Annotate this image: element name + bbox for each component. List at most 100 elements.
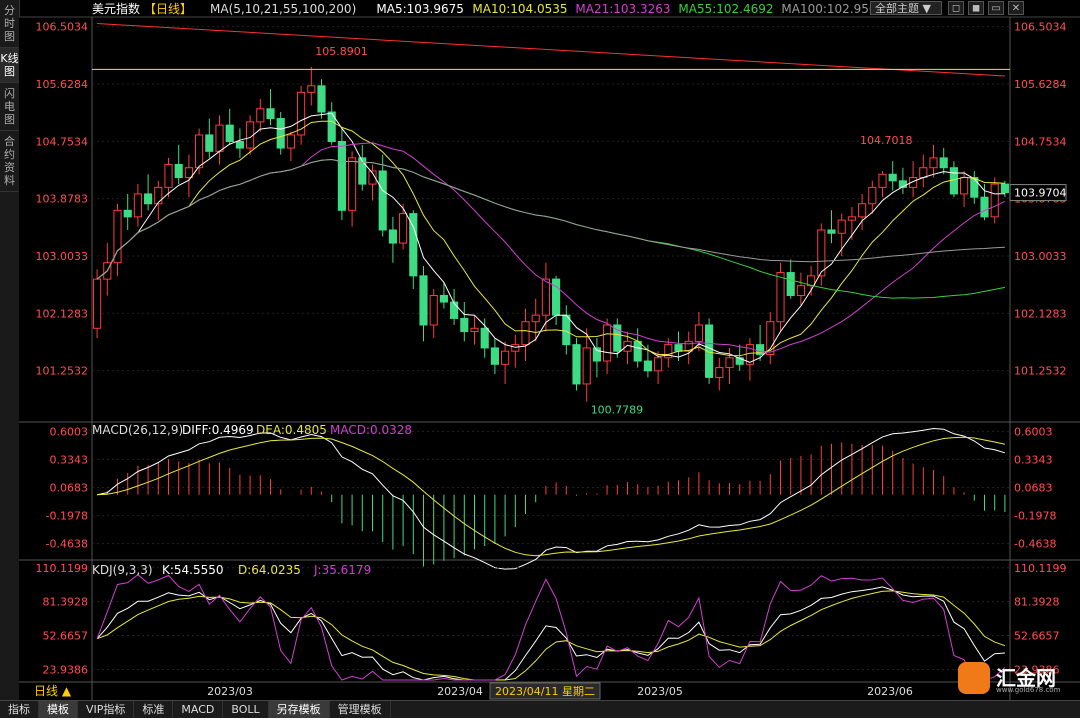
candle-body — [388, 229, 397, 244]
header-text: 【日线】 — [144, 2, 192, 16]
ma-value-3: MA55:102.4692 — [678, 2, 773, 16]
macd-tick-right: 0.3343 — [1014, 453, 1053, 466]
x-axis-label: 2023/03 — [207, 685, 253, 698]
candle-body — [786, 272, 795, 296]
price-tick-left: 101.2532 — [36, 365, 89, 378]
ma-value-0: MA5:103.9675 — [376, 2, 464, 16]
candle-body — [429, 294, 438, 326]
macd-title: MACD(26,12,9) — [92, 423, 183, 437]
price-tick-right: 106.5034 — [1014, 21, 1067, 34]
period-button: 日线 ▲ — [34, 684, 72, 698]
price-tick-right: 102.1283 — [1014, 307, 1067, 320]
candle-body — [990, 183, 999, 218]
bottom-tab-0[interactable]: 指标 — [0, 701, 39, 718]
gold678-logo: 汇金网 www.gold678.com — [958, 660, 1078, 698]
candle-body — [256, 108, 265, 123]
bottom-tab-4[interactable]: MACD — [173, 701, 224, 718]
candle-body — [582, 347, 591, 385]
candle-body — [847, 216, 856, 221]
candle-body — [919, 167, 928, 179]
candle-body — [796, 285, 805, 296]
candle-body — [715, 367, 724, 378]
candle-body — [307, 85, 316, 93]
bottom-tab-5[interactable]: BOLL — [223, 701, 269, 718]
candle-body — [939, 157, 948, 169]
candle-body — [133, 193, 142, 218]
candle-body — [970, 177, 979, 198]
bottom-tab-6[interactable]: 另存模板 — [268, 701, 330, 718]
candle-body — [1000, 183, 1009, 194]
window-close-icon[interactable]: ✕ — [1008, 1, 1024, 15]
x-axis-label: 2023/05 — [637, 685, 683, 698]
candle-body — [286, 134, 295, 149]
candle-body — [633, 340, 642, 362]
price-tick-left: 106.5034 — [36, 21, 89, 34]
candle-body — [552, 278, 561, 316]
bottom-tab-bar: 指标 模板 VIP指标 标准 MACD BOLL 另存模板 管理模板 — [0, 700, 1080, 718]
window-minimize-icon[interactable]: ▭ — [988, 1, 1004, 15]
candle-body — [480, 327, 489, 349]
candle-body — [725, 357, 734, 369]
window-restore-icon[interactable]: ◻ — [948, 1, 964, 15]
candle-body — [174, 163, 183, 179]
macd-tick-left: 0.0683 — [50, 481, 89, 494]
candle-body — [827, 229, 836, 234]
annotation-high: 105.8901 — [315, 45, 368, 58]
macd-diff: DIFF:0.4969 — [182, 423, 254, 437]
price-tick-left: 105.6284 — [36, 78, 89, 91]
candle-body — [225, 124, 234, 143]
logo-url: www.gold678.com — [996, 686, 1061, 694]
candle-body — [766, 321, 775, 355]
kdj-tick-right: 52.6657 — [1014, 630, 1060, 643]
candle-body — [929, 157, 938, 169]
price-tick-left: 102.1283 — [36, 307, 89, 320]
candle-body — [603, 324, 612, 362]
x-axis-label: 2023/04 — [437, 685, 483, 698]
chart-background — [19, 17, 1080, 700]
window-maximize-icon[interactable]: ◼ — [968, 1, 984, 15]
candle-body — [317, 85, 326, 113]
chart-canvas[interactable]: 106.5034 106.5034 105.6284 105.6284 104.7534… — [0, 0, 1080, 700]
candle-body — [980, 196, 989, 218]
candle-body — [531, 314, 540, 323]
macd-tick-right: 0.0683 — [1014, 481, 1053, 494]
candle-body — [501, 350, 510, 365]
candle-body — [960, 177, 969, 195]
candle-body — [858, 203, 867, 218]
macd-tick-right: -0.1978 — [1014, 510, 1056, 523]
ma-value-2: MA21:103.3263 — [575, 2, 670, 16]
bottom-tab-7[interactable]: 管理模板 — [330, 701, 391, 718]
macd-tick-left: -0.1978 — [46, 510, 88, 523]
bottom-tab-1[interactable]: 模板 — [39, 701, 78, 718]
candle-body — [460, 317, 469, 333]
price-tick-right: 103.0033 — [1014, 250, 1067, 263]
candle-body — [205, 134, 214, 152]
price-tick-left: 104.7534 — [36, 135, 89, 148]
macd-tick-left: 0.3343 — [50, 453, 89, 466]
candle-body — [521, 321, 530, 346]
candle-body — [266, 108, 275, 120]
theme-select[interactable]: 全部主题 ▼ — [870, 1, 942, 15]
candle-body — [511, 344, 520, 352]
kdj-title: KDJ(9,3,3) — [92, 563, 153, 577]
bottom-tab-3[interactable]: 标准 — [134, 701, 174, 718]
candle-body — [419, 275, 428, 326]
candle-body — [694, 324, 703, 342]
kdj-tick-right: 110.1199 — [1014, 562, 1067, 575]
candle-body — [195, 134, 204, 169]
candle-body — [868, 186, 877, 205]
candle-body — [817, 229, 826, 277]
kdj-tick-right: 81.3928 — [1014, 596, 1060, 609]
candle-body — [837, 219, 846, 234]
ma-value-1: MA10:104.0535 — [472, 2, 567, 16]
candle-body — [348, 157, 357, 211]
candle-body — [337, 141, 346, 211]
candle-body — [215, 124, 224, 152]
candle-body — [776, 272, 785, 323]
price-tick-right: 104.7534 — [1014, 135, 1067, 148]
logo-mark-icon — [958, 662, 990, 694]
candle-body — [123, 209, 132, 218]
bottom-tab-2[interactable]: VIP指标 — [78, 701, 135, 718]
annotation-recent-high: 104.7018 — [860, 134, 913, 147]
ma-value-4: MA100:102.956 — [781, 2, 876, 16]
